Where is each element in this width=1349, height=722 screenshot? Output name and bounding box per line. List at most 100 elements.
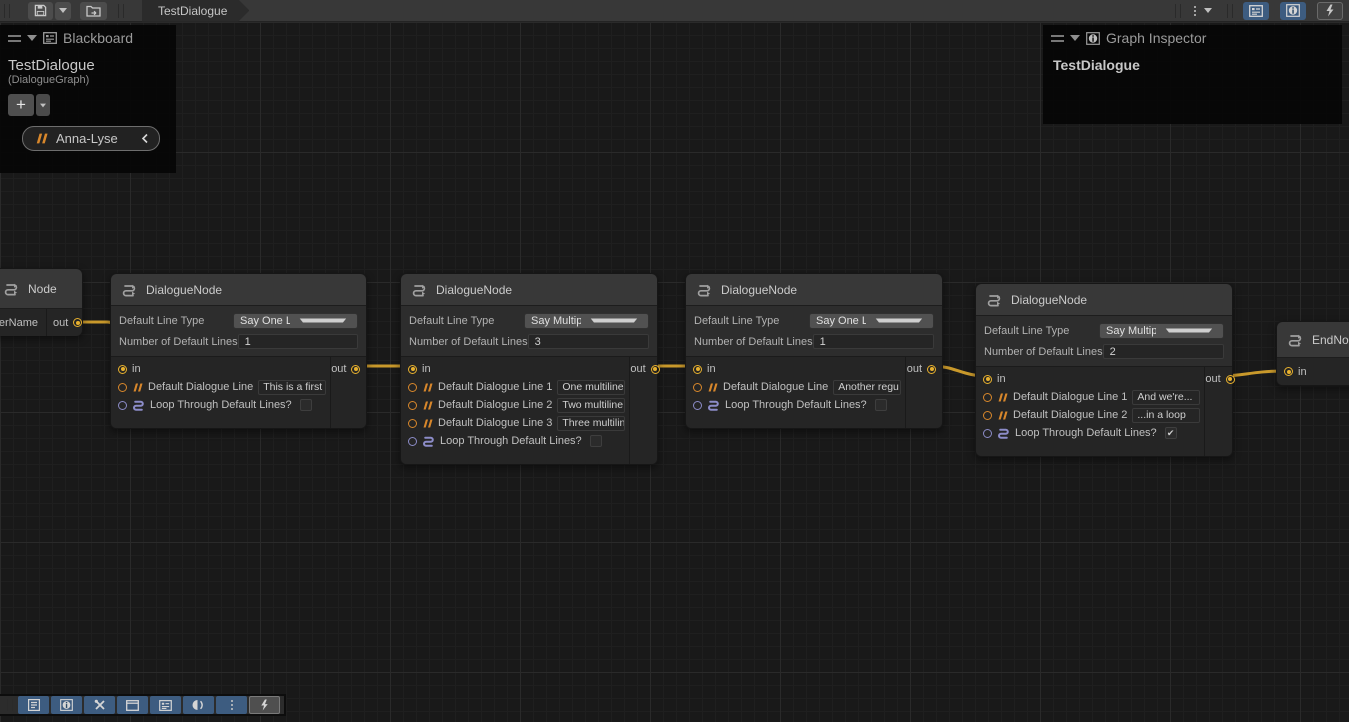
dialogue-node-1[interactable]: DialogueNode Default Line TypeSay One Li… (110, 273, 367, 429)
output-port-out: out (907, 360, 936, 378)
exec-port-pin[interactable] (927, 365, 936, 374)
exec-port-pin[interactable] (73, 318, 82, 327)
blackboard-toggle-button[interactable] (150, 696, 181, 714)
dialogue-node-3[interactable]: DialogueNode Default Line TypeSay One Li… (685, 273, 943, 429)
save-dropdown-button[interactable] (55, 2, 71, 20)
bool-port-pin[interactable] (693, 401, 702, 410)
graph-canvas[interactable]: Node kerName out DialogueNode Default Li… (0, 22, 1349, 722)
dialogue-line-field[interactable]: And we're... (1132, 390, 1200, 405)
exec-port-pin[interactable] (983, 375, 992, 384)
toolbar-grip[interactable] (4, 4, 10, 18)
loop-checkbox[interactable]: ✔ (1165, 427, 1177, 439)
dialogue-line-field[interactable]: ...in a loop (1132, 408, 1200, 423)
transition-toggle-button[interactable] (183, 696, 214, 714)
line-type-dropdown[interactable]: Say One Line (233, 313, 358, 329)
blackboard-icon (159, 700, 172, 711)
breadcrumb-tab-label: TestDialogue (158, 4, 227, 18)
dialogue-node-2[interactable]: DialogueNode Default Line TypeSay Multip… (400, 273, 658, 465)
exec-port-pin[interactable] (351, 365, 360, 374)
num-lines-field[interactable]: 2 (1103, 344, 1224, 359)
bolt-toggle-button[interactable] (249, 696, 280, 714)
toolbar-grip[interactable] (1175, 4, 1181, 18)
string-port-pin[interactable] (408, 419, 417, 428)
node-title[interactable]: Node (0, 269, 82, 309)
exec-port-pin[interactable] (118, 365, 127, 374)
window-toggle-button[interactable] (117, 696, 148, 714)
exec-port-pin[interactable] (693, 365, 702, 374)
string-port-pin[interactable] (408, 383, 417, 392)
exec-port-pin[interactable] (651, 365, 660, 374)
open-folder-icon (86, 5, 101, 17)
string-port-pin[interactable] (693, 383, 702, 392)
save-button[interactable] (28, 2, 53, 20)
graph-inspector-header[interactable]: Graph Inspector (1043, 25, 1342, 51)
port-section: kerName out (0, 309, 82, 336)
exec-port-pin[interactable] (1284, 367, 1293, 376)
line-type-dropdown[interactable]: Say One Line (809, 313, 934, 329)
property-row: Default Line TypeSay One Line (694, 312, 934, 329)
dialogue-node-4[interactable]: DialogueNode Default Line TypeSay Multip… (975, 283, 1233, 457)
node-title[interactable]: DialogueNode (686, 274, 942, 306)
drag-handle-icon[interactable] (1051, 35, 1064, 42)
dialogue-line-field[interactable]: Another regu (833, 380, 901, 395)
string-port-pin[interactable] (983, 393, 992, 402)
node-title[interactable]: DialogueNode (111, 274, 366, 306)
loop-checkbox[interactable] (300, 399, 312, 411)
node-title[interactable]: EndNode (1277, 322, 1349, 358)
num-lines-field[interactable]: 1 (813, 334, 934, 349)
add-property-dropdown[interactable] (36, 94, 50, 116)
speaker-node-partial[interactable]: Node kerName out (0, 268, 83, 336)
num-lines-field[interactable]: 3 (528, 334, 649, 349)
drag-handle-icon[interactable] (8, 35, 21, 42)
dialogue-line-field[interactable]: Two multiline (557, 398, 625, 413)
loop-checkbox[interactable] (590, 435, 602, 447)
exec-port-pin[interactable] (408, 365, 417, 374)
toolbar-grip[interactable] (7, 699, 13, 711)
breadcrumb-tab[interactable]: TestDialogue (142, 0, 249, 22)
dialogue-quote-icon (997, 411, 1008, 420)
overflow-menu-button[interactable] (216, 696, 247, 714)
inspector-toggle-button[interactable] (51, 696, 82, 714)
blackboard-toggle-button[interactable] (1243, 2, 1269, 20)
string-port-pin[interactable] (408, 401, 417, 410)
node-title[interactable]: DialogueNode (401, 274, 657, 306)
num-lines-field[interactable]: 1 (238, 334, 358, 349)
line-type-dropdown[interactable]: Say Multiple Lines (524, 313, 649, 329)
string-port-pin[interactable] (983, 411, 992, 420)
bolt-toggle-button[interactable] (1317, 2, 1343, 20)
node-title[interactable]: DialogueNode (976, 284, 1232, 316)
tools-toggle-button[interactable] (84, 696, 115, 714)
end-node[interactable]: EndNode in (1276, 321, 1349, 386)
foldout-arrow-icon[interactable] (1070, 35, 1080, 41)
port-section: in Default Dialogue LineAnother regu Loo… (686, 357, 942, 428)
console-toggle-button[interactable] (18, 696, 49, 714)
string-port-pin[interactable] (118, 383, 127, 392)
exec-port-pin[interactable] (1226, 375, 1235, 384)
kebab-menu-icon (229, 700, 235, 710)
output-port-speakername: kerName (0, 309, 47, 336)
overflow-menu-button[interactable] (1186, 2, 1218, 20)
line-type-dropdown[interactable]: Say Multiple Lines (1099, 323, 1224, 339)
foldout-arrow-icon[interactable] (27, 35, 37, 41)
chevron-left-icon[interactable] (141, 133, 149, 144)
loop-checkbox[interactable] (875, 399, 887, 411)
output-ports: out (1205, 367, 1240, 456)
bool-port-pin[interactable] (408, 437, 417, 446)
dialogue-line-field[interactable]: One multiline (557, 380, 625, 395)
dialogue-quote-icon (422, 401, 433, 410)
open-asset-button[interactable] (80, 2, 107, 20)
input-ports: in Default Dialogue Line 1And we're... D… (976, 367, 1205, 456)
inspector-toggle-button[interactable] (1280, 2, 1306, 20)
bool-port-pin[interactable] (118, 401, 127, 410)
dropdown-arrow-icon (59, 8, 67, 13)
bool-port-pin[interactable] (983, 429, 992, 438)
blackboard-header[interactable]: Blackboard (0, 25, 176, 51)
add-property-button[interactable]: + (8, 94, 34, 116)
toolbar-grip[interactable] (1227, 4, 1233, 18)
dialogue-line-field[interactable]: Three multilin (557, 416, 625, 431)
bottom-toolbar (0, 694, 286, 716)
toolbar-grip[interactable] (118, 4, 124, 18)
blackboard-field-anna-lyse[interactable]: Anna-Lyse (22, 126, 160, 151)
input-port-in: in (983, 370, 1200, 388)
dialogue-line-field[interactable]: This is a first (258, 380, 326, 395)
